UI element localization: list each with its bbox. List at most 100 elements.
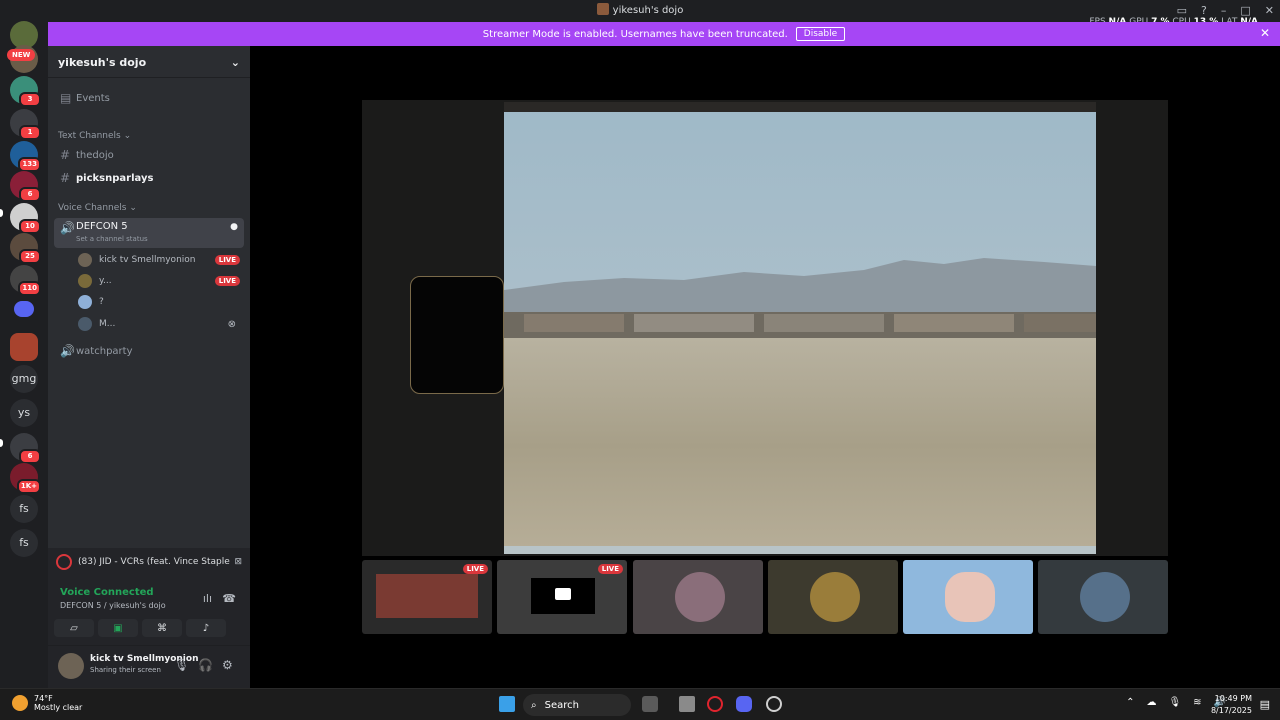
streamer-mode-banner: Streamer Mode is enabled. Usernames have… (48, 22, 1280, 46)
sound-wave-icon[interactable]: ılı (203, 592, 212, 605)
disconnect-icon[interactable]: ☎ (222, 592, 236, 605)
voice-channel-defcon5[interactable]: 🔊 DEFCON 5 Set a channel status ● (54, 218, 244, 248)
server-icon[interactable]: 110 (10, 265, 41, 296)
camera-button[interactable]: ▱ (54, 619, 94, 637)
windows-taskbar: 74°F Mostly clear ⌕ Search ⌃ ☁ 🎙 ≋ 🔊 10:4… (0, 688, 1280, 720)
close-icon[interactable]: ✕ (1260, 26, 1270, 40)
server-fs[interactable]: fs (10, 529, 38, 557)
activities-button[interactable]: ⌘ (142, 619, 182, 637)
avatar (78, 295, 92, 309)
controller-icon: ⌘ (157, 622, 167, 634)
channel-picksnparlays[interactable]: # picksnparlays (54, 168, 244, 188)
events-item[interactable]: ▤ Events (54, 88, 244, 108)
disable-button[interactable]: Disable (795, 27, 846, 41)
picture-in-picture[interactable] (410, 276, 504, 394)
window-title: yikesuh's dojo (612, 5, 684, 16)
stream-thumbnail[interactable] (633, 560, 763, 634)
clock[interactable]: 10:49 PM 8/17/2025 (1211, 693, 1252, 717)
screen-share-icon: ▣ (113, 622, 123, 634)
cloud-icon[interactable]: ☁ (1146, 697, 1156, 708)
screen-share-icon[interactable]: ▭ (1177, 4, 1187, 17)
voice-channel-path[interactable]: DEFCON 5 / yikesuh's dojo (60, 601, 166, 610)
avatar[interactable] (58, 653, 84, 679)
banner-text: Streamer Mode is enabled. Usernames have… (482, 28, 788, 40)
stream-thumbnail[interactable] (768, 560, 898, 634)
hash-icon: # (60, 148, 71, 162)
channel-thedojo[interactable]: # thedojo (54, 145, 244, 165)
voice-user[interactable]: kick tv Smellmyonion LIVE (78, 251, 240, 269)
server-icon[interactable]: 1 (10, 109, 41, 140)
speaker-icon: 🔊 (60, 221, 75, 235)
voice-user[interactable]: M... ⊗ (78, 315, 240, 333)
voice-status[interactable]: Voice Connected (60, 587, 154, 598)
voice-channel-watchparty[interactable]: 🔊 watchparty (54, 341, 244, 361)
category-text-channels[interactable]: Text Channels ⌄ (58, 131, 131, 141)
taskbar-search[interactable]: ⌕ Search (523, 694, 631, 716)
server-icon[interactable]: 25 (10, 233, 41, 264)
wifi-icon[interactable]: ≋ (1193, 697, 1201, 708)
stream-thumbnail[interactable]: LIVE (362, 560, 492, 634)
avatar (675, 572, 725, 622)
minimize-button[interactable]: – (1221, 4, 1227, 17)
monitor-icon (555, 588, 571, 600)
screen-share-button[interactable]: ▣ (98, 619, 138, 637)
now-playing-activity[interactable]: (83) JID - VCRs (feat. Vince Staples) (O… (48, 548, 250, 576)
soundboard-button[interactable]: ♪ (186, 619, 226, 637)
task-view-icon[interactable] (642, 696, 658, 712)
app-icon[interactable] (766, 696, 782, 712)
windows-start-icon[interactable] (499, 696, 515, 712)
title-bar: yikesuh's dojo ▭ ? – □ ✕ FPS N/A GPU 7 %… (0, 0, 1280, 27)
server-icon[interactable] (10, 333, 38, 361)
stream-stage: LIVE LIVE (250, 46, 1280, 688)
weather-widget[interactable]: 74°F Mostly clear (12, 694, 82, 712)
server-ys[interactable]: ys (10, 399, 38, 427)
opera-icon[interactable] (707, 696, 723, 712)
avatar (945, 572, 995, 622)
help-icon[interactable]: ? (1201, 4, 1207, 17)
discord-icon[interactable] (736, 696, 752, 712)
voice-user[interactable]: ? (78, 293, 240, 311)
server-header[interactable]: yikesuh's dojo ⌄ (48, 46, 250, 78)
voice-user[interactable]: y... LIVE (78, 272, 240, 290)
maximize-button[interactable]: □ (1240, 4, 1250, 17)
file-explorer-icon[interactable] (679, 696, 695, 712)
server-icon[interactable]: 133 (10, 141, 41, 172)
activity-icon (56, 554, 72, 570)
chat-icon[interactable]: ● (230, 222, 238, 232)
folder-icon[interactable] (14, 301, 34, 317)
speaker-icon: 🔊 (60, 344, 75, 358)
user-status: Sharing their screen (90, 666, 161, 674)
notification-icon[interactable]: ▤ (1260, 698, 1270, 711)
avatar (78, 317, 92, 331)
avatar (78, 274, 92, 288)
stream-thumbnail[interactable]: LIVE (497, 560, 627, 634)
desert-scene (504, 102, 1096, 554)
stream-thumbnail[interactable] (903, 560, 1033, 634)
server-icon[interactable]: 6 (10, 171, 41, 202)
unread-pill (0, 209, 3, 217)
channel-status[interactable]: Set a channel status (76, 235, 148, 243)
stream-video[interactable] (362, 100, 1168, 556)
category-voice-channels[interactable]: Voice Channels ⌄ (58, 203, 137, 213)
server-fs[interactable]: fs (10, 495, 38, 523)
microphone-icon[interactable]: 🎙 (1168, 697, 1181, 708)
discord-window: yikesuh's dojo ▭ ? – □ ✕ FPS N/A GPU 7 %… (0, 0, 1280, 720)
new-badge: NEW (7, 49, 36, 61)
server-icon[interactable]: 6 (10, 433, 41, 464)
gear-icon[interactable]: ⚙ (222, 658, 233, 672)
hash-icon: # (60, 171, 71, 185)
chevron-up-icon[interactable]: ⌃ (1126, 697, 1134, 708)
server-icon[interactable]: 10 (10, 203, 41, 234)
screen-share-preview (531, 578, 595, 614)
server-icon[interactable]: 3 (10, 76, 41, 107)
server-name: yikesuh's dojo (58, 56, 147, 69)
server-icon (596, 3, 609, 15)
server-icon[interactable]: 1K+ (10, 463, 41, 494)
close-button[interactable]: ✕ (1265, 4, 1274, 17)
microphone-icon[interactable]: 🎙 (174, 658, 189, 672)
stream-thumbnail[interactable] (1038, 560, 1168, 634)
server-gmg[interactable]: gmg (10, 365, 38, 393)
stream-thumbnails: LIVE LIVE (362, 560, 1168, 634)
close-icon[interactable]: ⊠ (234, 557, 242, 567)
headphones-icon[interactable]: 🎧 (198, 658, 213, 672)
